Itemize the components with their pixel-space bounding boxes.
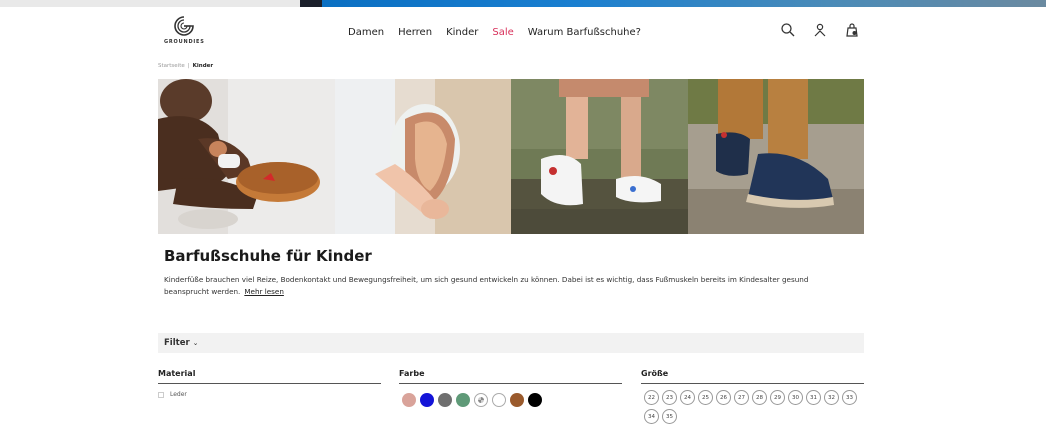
- hero-image-strip: [158, 79, 864, 234]
- search-icon[interactable]: [780, 22, 796, 38]
- color-swatch[interactable]: [420, 393, 434, 407]
- size-option-list: 22 23 24 25 26 27 28 29 30 31 32 33 34 35: [641, 390, 864, 424]
- category-title: Barfußschuhe für Kinder: [164, 247, 372, 265]
- size-option[interactable]: 26: [716, 390, 731, 405]
- filter-label: Filter ⌄: [164, 338, 199, 348]
- category-description: Kinderfüße brauchen viel Reize, Bodenkon…: [164, 274, 844, 298]
- chevron-down-icon: ⌄: [192, 339, 199, 347]
- breadcrumb-separator: |: [187, 63, 190, 69]
- size-option[interactable]: 25: [698, 390, 713, 405]
- nav-item-herren[interactable]: Herren: [398, 27, 432, 38]
- breadcrumb-current: Kinder: [192, 63, 214, 69]
- color-swatch-multicolor[interactable]: [474, 393, 488, 407]
- color-swatch[interactable]: [402, 393, 416, 407]
- size-option[interactable]: 31: [806, 390, 821, 405]
- filter-groesse: Größe 22 23 24 25 26 27 28 29 30 31 32 33 34 35: [641, 369, 864, 424]
- filter-material-heading: Material: [158, 369, 381, 384]
- read-more-link[interactable]: Mehr lesen: [244, 287, 284, 296]
- size-option[interactable]: 33: [842, 390, 857, 405]
- filter-farbe: Farbe: [399, 369, 622, 407]
- size-option[interactable]: 35: [662, 409, 677, 424]
- nav-item-damen[interactable]: Damen: [348, 27, 384, 38]
- size-option[interactable]: 30: [788, 390, 803, 405]
- filter-groesse-heading: Größe: [641, 369, 864, 384]
- size-option[interactable]: 32: [824, 390, 839, 405]
- header-actions: [780, 22, 860, 38]
- nav-item-kinder[interactable]: Kinder: [446, 27, 478, 38]
- color-swatch[interactable]: [528, 393, 542, 407]
- hero-image-kids-boots: [687, 79, 864, 234]
- size-option[interactable]: 22: [644, 390, 659, 405]
- nav-item-sale[interactable]: Sale: [492, 27, 513, 38]
- color-swatch[interactable]: [456, 393, 470, 407]
- checkbox[interactable]: [158, 391, 164, 398]
- filter-toggle-bar[interactable]: Filter ⌄: [158, 333, 864, 353]
- groundies-logo[interactable]: GROUNDIES: [164, 15, 204, 53]
- filter-farbe-heading: Farbe: [399, 369, 622, 384]
- browser-top-strip: [0, 0, 1046, 7]
- size-option[interactable]: 24: [680, 390, 695, 405]
- hero-image-toddler: [158, 79, 335, 234]
- logo-wordmark: GROUNDIES: [164, 39, 205, 45]
- size-option[interactable]: 28: [752, 390, 767, 405]
- account-icon[interactable]: [812, 22, 828, 38]
- filter-option-leder[interactable]: Leder: [158, 391, 381, 398]
- breadcrumb: Startseite | Kinder: [158, 63, 213, 69]
- size-option[interactable]: 29: [770, 390, 785, 405]
- color-swatch[interactable]: [510, 393, 524, 407]
- size-option[interactable]: 34: [644, 409, 659, 424]
- site-header: GROUNDIES Damen Herren Kinder Sale Warum…: [158, 10, 864, 56]
- color-swatch[interactable]: [492, 393, 506, 407]
- filter-option-label: Leder: [170, 391, 187, 398]
- filter-material: Material Leder: [158, 369, 381, 398]
- breadcrumb-home[interactable]: Startseite: [158, 63, 185, 69]
- color-swatch[interactable]: [438, 393, 452, 407]
- bag-icon[interactable]: [844, 22, 860, 38]
- hero-image-shoe-in-hand: [334, 79, 511, 234]
- hero-image-child-walking: [511, 79, 688, 234]
- size-option[interactable]: 27: [734, 390, 749, 405]
- main-nav: Damen Herren Kinder Sale Warum Barfußsch…: [348, 27, 655, 38]
- color-swatch-list: [399, 393, 622, 407]
- nav-item-warum-barfussschuhe[interactable]: Warum Barfußschuhe?: [528, 27, 641, 38]
- size-option[interactable]: 23: [662, 390, 677, 405]
